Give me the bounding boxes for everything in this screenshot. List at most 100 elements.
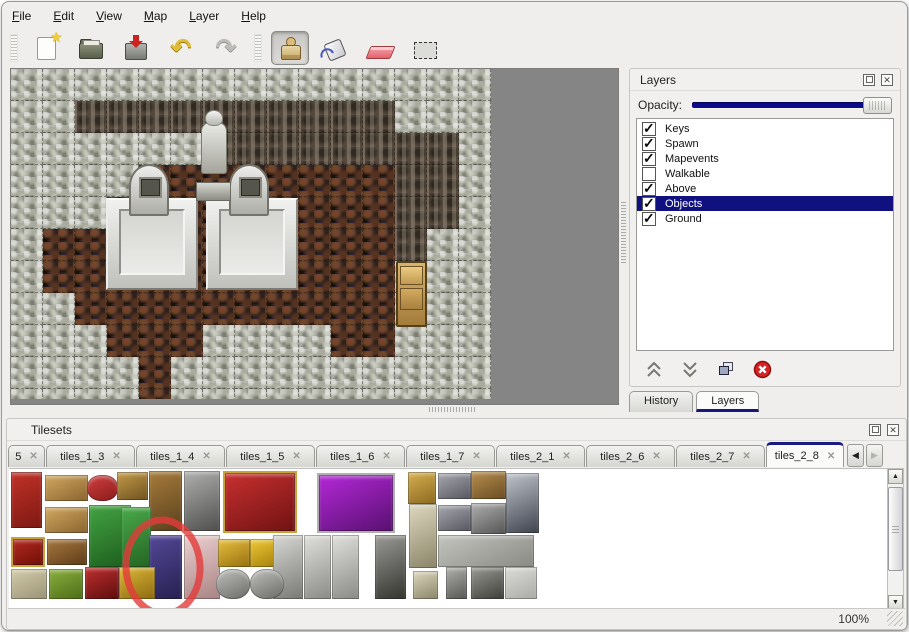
- move-layer-down-button[interactable]: [678, 359, 702, 379]
- tile-gold-chain[interactable]: [218, 539, 250, 567]
- tab-history[interactable]: History: [629, 391, 693, 412]
- tile-gate-metal[interactable]: [184, 471, 220, 531]
- toolbar-drag-handle[interactable]: [10, 34, 18, 62]
- scroll-up-arrow-icon[interactable]: ▲: [888, 469, 903, 484]
- layer-row-mapevents[interactable]: Mapevents: [637, 151, 893, 166]
- tileset-scrollbar[interactable]: ▲ ▼: [887, 468, 904, 611]
- layer-visibility-checkbox[interactable]: [642, 212, 656, 226]
- tile-throne-red[interactable]: [223, 471, 297, 533]
- layer-visibility-checkbox[interactable]: [642, 167, 656, 181]
- tileset-tab-tiles_1_6[interactable]: tiles_1_6✕: [316, 445, 405, 467]
- tab-layers[interactable]: Layers: [696, 391, 759, 412]
- tile-chest-metal[interactable]: [438, 473, 471, 499]
- layer-visibility-checkbox[interactable]: [642, 152, 656, 166]
- menu-help[interactable]: Help: [241, 9, 266, 23]
- layer-row-above[interactable]: Above: [637, 181, 893, 196]
- tileset-tab-5[interactable]: 5✕: [8, 445, 45, 467]
- layer-row-keys[interactable]: Keys: [637, 121, 893, 136]
- vertical-splitter-handle[interactable]: [621, 202, 626, 264]
- tile-portrait[interactable]: [408, 472, 436, 504]
- tile-wall-blocks[interactable]: [438, 535, 534, 567]
- layer-row-walkable[interactable]: Walkable: [637, 166, 893, 181]
- tile-wall-light[interactable]: [505, 567, 537, 599]
- layer-row-ground[interactable]: Ground: [637, 211, 893, 226]
- layer-row-objects[interactable]: Objects: [637, 196, 893, 211]
- scroll-tabs-left-icon[interactable]: ◀: [847, 444, 864, 467]
- tileset-view[interactable]: [9, 468, 889, 611]
- new-button[interactable]: [27, 31, 65, 65]
- tileset-tab-tiles_2_8[interactable]: tiles_2_8✕: [766, 442, 844, 467]
- tile-throne-purple[interactable]: [317, 473, 395, 533]
- close-tab-icon[interactable]: ✕: [652, 451, 660, 462]
- close-tab-icon[interactable]: ✕: [29, 451, 37, 462]
- save-button[interactable]: [117, 31, 155, 65]
- close-tab-icon[interactable]: ✕: [112, 451, 120, 462]
- tile-dresser-gold[interactable]: [117, 472, 148, 500]
- close-tab-icon[interactable]: ✕: [202, 451, 210, 462]
- float-panel-icon[interactable]: [869, 424, 881, 436]
- float-panel-icon[interactable]: [863, 74, 875, 86]
- open-button[interactable]: [72, 31, 110, 65]
- undo-button[interactable]: [162, 31, 200, 65]
- fill-button[interactable]: [316, 31, 354, 65]
- layer-row-spawn[interactable]: Spawn: [637, 136, 893, 151]
- tile-banner-red[interactable]: [11, 472, 42, 528]
- redo-button[interactable]: [207, 31, 245, 65]
- map-canvas[interactable]: [10, 68, 619, 405]
- tile-potted-plant[interactable]: [121, 507, 151, 567]
- duplicate-layer-button[interactable]: [714, 359, 738, 379]
- tile-cushion-red[interactable]: [87, 475, 118, 501]
- tileset-tab-tiles_1_3[interactable]: tiles_1_3✕: [46, 445, 135, 467]
- tile-bookshelf[interactable]: [47, 539, 87, 565]
- scroll-tabs-right-icon[interactable]: ▶: [866, 444, 883, 467]
- tileset-tab-tiles_2_7[interactable]: tiles_2_7✕: [676, 445, 765, 467]
- tileset-tab-tiles_1_4[interactable]: tiles_1_4✕: [136, 445, 225, 467]
- close-tab-icon[interactable]: ✕: [562, 451, 570, 462]
- tile-gargoyle[interactable]: [375, 535, 406, 599]
- layer-visibility-checkbox[interactable]: [642, 197, 656, 211]
- select-button[interactable]: [406, 31, 444, 65]
- tile-armor-debris[interactable]: [471, 503, 506, 534]
- tile-drum-red[interactable]: [85, 567, 119, 599]
- close-tab-icon[interactable]: ✕: [292, 451, 300, 462]
- opacity-slider[interactable]: [692, 97, 892, 113]
- map-grid[interactable]: [11, 69, 492, 399]
- horizontal-splitter-handle[interactable]: [429, 407, 477, 412]
- tile-obelisk-small[interactable]: [413, 571, 438, 599]
- menu-view[interactable]: View: [96, 9, 122, 23]
- layer-visibility-checkbox[interactable]: [642, 137, 656, 151]
- tileset-tab-tiles_1_5[interactable]: tiles_1_5✕: [226, 445, 315, 467]
- tile-banner-emblem[interactable]: [11, 537, 45, 567]
- resize-grip[interactable]: [887, 611, 903, 626]
- eraser-button[interactable]: [361, 31, 399, 65]
- tile-boulder[interactable]: [216, 569, 250, 599]
- tile-angel-statue[interactable]: [304, 535, 331, 599]
- tile-flag-green[interactable]: [49, 569, 83, 599]
- delete-layer-button[interactable]: [750, 359, 774, 379]
- tileset-tab-tiles_1_7[interactable]: tiles_1_7✕: [406, 445, 495, 467]
- tile-chest-metal[interactable]: [438, 505, 471, 531]
- close-panel-icon[interactable]: ✕: [887, 424, 899, 436]
- opacity-slider-handle[interactable]: [863, 97, 892, 114]
- tileset-tab-tiles_2_1[interactable]: tiles_2_1✕: [496, 445, 585, 467]
- tile-desk-wood[interactable]: [471, 471, 506, 499]
- tile-obelisk[interactable]: [409, 504, 437, 568]
- tile-loom[interactable]: [45, 507, 88, 533]
- menu-file[interactable]: File: [12, 9, 31, 23]
- opacity-slider-track[interactable]: [692, 102, 890, 108]
- tileset-tab-tiles_2_6[interactable]: tiles_2_6✕: [586, 445, 675, 467]
- toolbar-drag-handle[interactable]: [254, 34, 262, 62]
- tile-stone-tablet[interactable]: [11, 569, 47, 599]
- move-layer-up-button[interactable]: [642, 359, 666, 379]
- tile-angel-statue[interactable]: [332, 535, 359, 599]
- layer-visibility-checkbox[interactable]: [642, 182, 656, 196]
- tile-loom[interactable]: [45, 475, 88, 501]
- menu-layer[interactable]: Layer: [189, 9, 219, 23]
- tile-bed[interactable]: [184, 535, 220, 599]
- menu-map[interactable]: Map: [144, 9, 167, 23]
- close-tab-icon[interactable]: ✕: [742, 451, 750, 462]
- layer-visibility-checkbox[interactable]: [642, 122, 656, 136]
- stamp-button[interactable]: [271, 31, 309, 65]
- close-tab-icon[interactable]: ✕: [827, 451, 835, 462]
- scrollbar-thumb[interactable]: [888, 487, 903, 571]
